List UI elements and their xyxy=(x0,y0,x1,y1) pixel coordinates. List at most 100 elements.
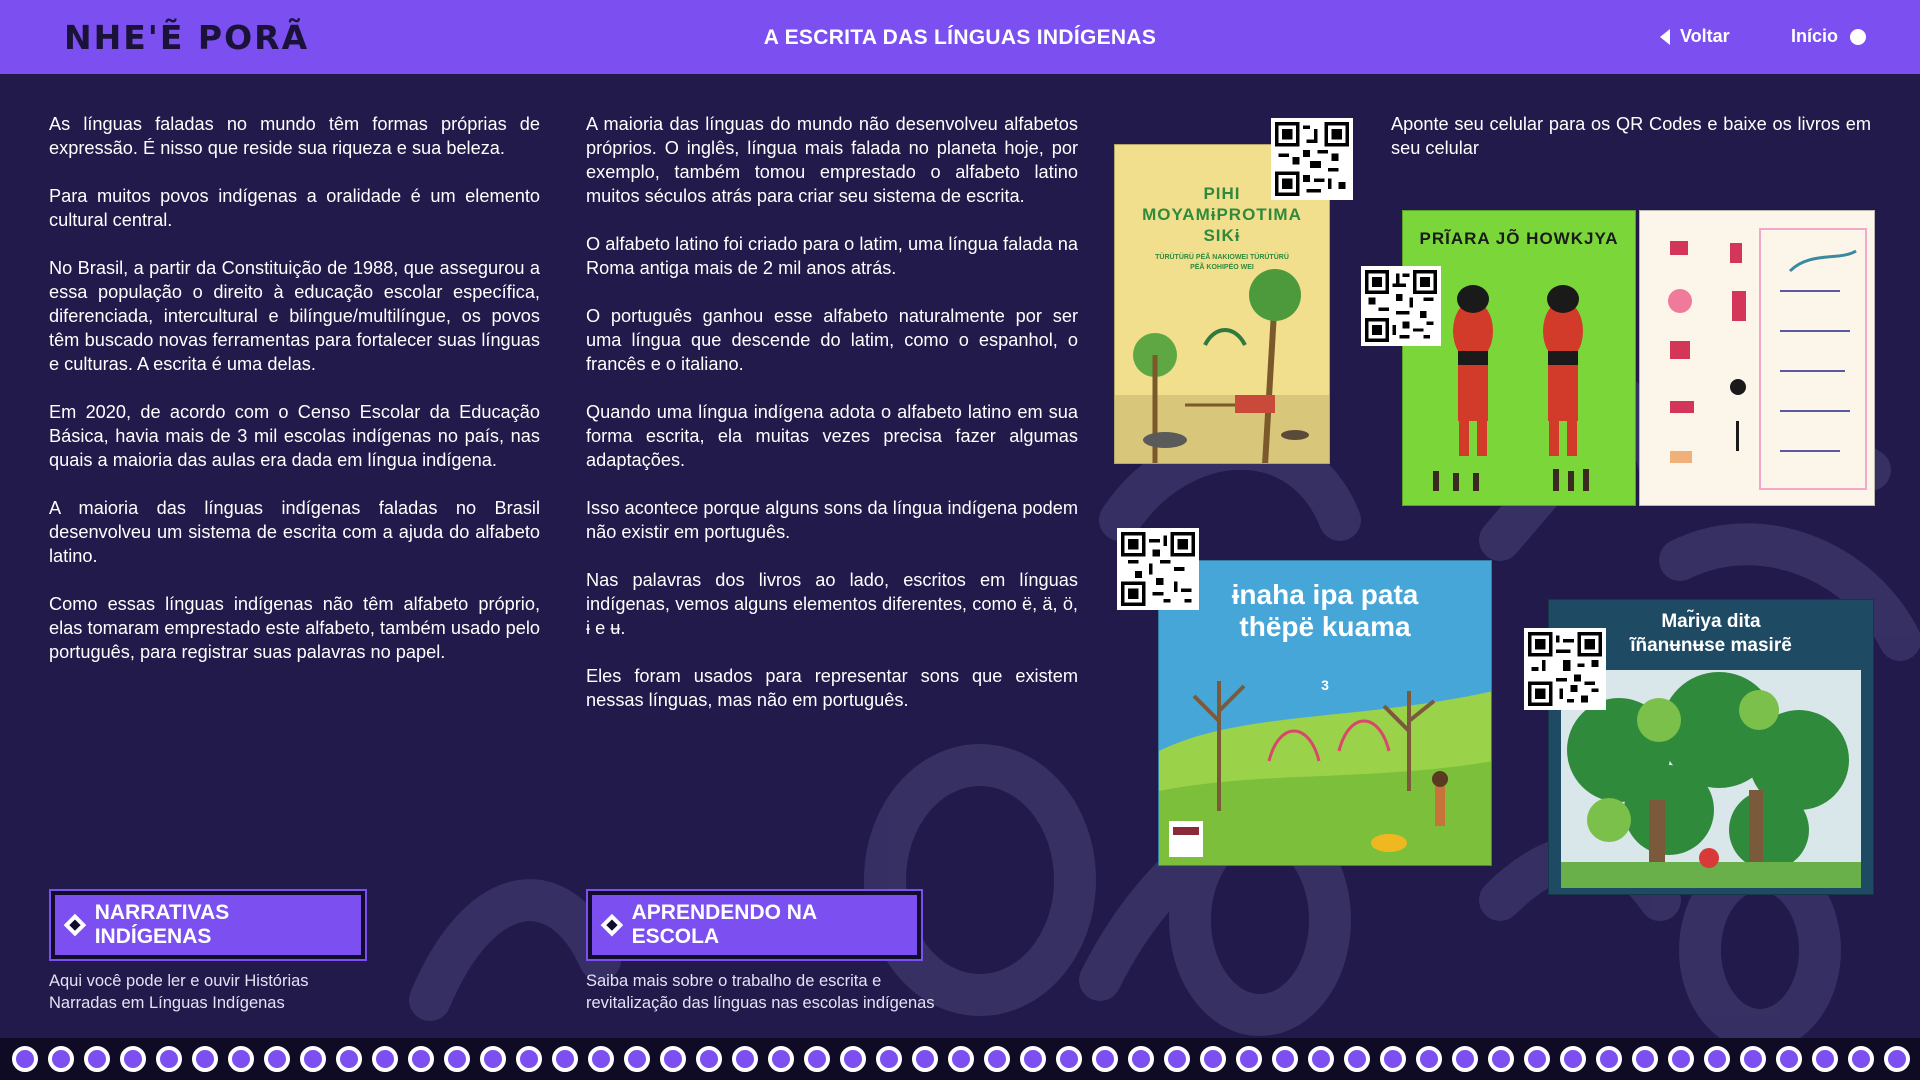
decorative-dot xyxy=(1272,1046,1298,1072)
decorative-dot xyxy=(156,1046,182,1072)
decorative-dot xyxy=(660,1046,686,1072)
paragraph: No Brasil, a partir da Constituição de 1… xyxy=(49,258,540,374)
qr-code-icon[interactable] xyxy=(1361,266,1441,346)
description-line: Saiba mais sobre o trabalho de escrita e xyxy=(586,972,882,990)
decorative-dot xyxy=(1524,1046,1550,1072)
paragraph: Em 2020, de acordo com o Censo Escolar d… xyxy=(49,402,540,470)
paragraph: Eles foram usados para representar sons … xyxy=(586,666,1078,710)
qr-code-icon[interactable] xyxy=(1117,528,1199,610)
button-label: NARRATIVAS INDÍGENAS xyxy=(94,901,230,948)
decorative-dot xyxy=(948,1046,974,1072)
description-line: Narradas em Línguas Indígenas xyxy=(49,994,285,1012)
decorative-dot xyxy=(1596,1046,1622,1072)
book-illustration xyxy=(1433,285,1589,491)
decorative-dot xyxy=(1236,1046,1262,1072)
decorative-dot xyxy=(1704,1046,1730,1072)
decorative-dot xyxy=(1776,1046,1802,1072)
decorative-dot xyxy=(984,1046,1010,1072)
decorative-dot xyxy=(1128,1046,1154,1072)
decorative-dot xyxy=(480,1046,506,1072)
decorative-dot xyxy=(444,1046,470,1072)
decorative-dot xyxy=(1668,1046,1694,1072)
decorative-dot xyxy=(1632,1046,1658,1072)
decorative-dot xyxy=(1452,1046,1478,1072)
back-arrow-icon xyxy=(1660,28,1670,45)
decorative-dot xyxy=(1488,1046,1514,1072)
back-button[interactable]: Voltar xyxy=(1660,26,1730,47)
back-label: Voltar xyxy=(1680,26,1730,46)
decorative-dot xyxy=(804,1046,830,1072)
paragraph: Como essas línguas indígenas não têm alf… xyxy=(49,594,540,662)
decorative-dot xyxy=(876,1046,902,1072)
decorative-dot xyxy=(336,1046,362,1072)
qr-caption: Aponte seu celular para os QR Codes e ba… xyxy=(1391,114,1871,158)
decorative-dot xyxy=(1308,1046,1334,1072)
decorative-dot xyxy=(732,1046,758,1072)
decorative-dot xyxy=(552,1046,578,1072)
decorative-dot xyxy=(12,1046,38,1072)
book-illustration xyxy=(1159,681,1491,865)
qr-code-icon[interactable] xyxy=(1524,628,1606,710)
book-page-priara[interactable] xyxy=(1639,210,1875,506)
decorative-dot xyxy=(120,1046,146,1072)
decorative-dot xyxy=(1200,1046,1226,1072)
decorative-dot xyxy=(1848,1046,1874,1072)
text-column-2: A maioria das línguas do mundo não desen… xyxy=(586,112,1078,736)
paragraph: O português ganhou esse alfabeto natural… xyxy=(586,306,1078,374)
decorative-dot xyxy=(1560,1046,1586,1072)
decorative-dot xyxy=(1092,1046,1118,1072)
paragraph: Nas palavras dos livros ao lado, escrito… xyxy=(586,570,1078,638)
decorative-dot xyxy=(1380,1046,1406,1072)
paragraph: Quando uma língua indígena adota o alfab… xyxy=(586,402,1078,470)
diamond-icon xyxy=(63,913,87,937)
decorative-dot xyxy=(264,1046,290,1072)
home-button[interactable]: Início xyxy=(1791,26,1867,47)
page: NHE'Ẽ PORÃ A ESCRITA DAS LÍNGUAS INDÍGEN… xyxy=(0,0,1920,1080)
paragraph: As línguas faladas no mundo têm formas p… xyxy=(49,114,540,158)
decorative-dot xyxy=(408,1046,434,1072)
home-label: Início xyxy=(1791,26,1839,46)
narrativas-description: Aqui você pode ler e ouvir Histórias Nar… xyxy=(49,970,389,1014)
decorative-dot xyxy=(228,1046,254,1072)
description-line: Aqui você pode ler e ouvir Histórias xyxy=(49,972,309,990)
decorative-dot xyxy=(84,1046,110,1072)
paragraph: Para muitos povos indígenas a oralidade … xyxy=(49,186,540,230)
paragraph: Isso acontece porque alguns sons da líng… xyxy=(586,498,1078,542)
paragraph: A maioria das línguas do mundo não desen… xyxy=(586,114,1078,206)
decorative-dot xyxy=(1164,1046,1190,1072)
decorative-dot xyxy=(1812,1046,1838,1072)
decorative-dot xyxy=(1416,1046,1442,1072)
home-dot-icon xyxy=(1850,28,1867,45)
aprendendo-na-escola-button[interactable]: APRENDENDO NA ESCOLA xyxy=(586,889,923,961)
paragraph: A maioria das línguas indígenas faladas … xyxy=(49,498,540,566)
decorative-dot xyxy=(912,1046,938,1072)
book-page-illustration xyxy=(1668,228,1867,490)
narrativas-indigenas-button[interactable]: NARRATIVAS INDÍGENAS xyxy=(49,889,367,961)
decorative-dot xyxy=(1884,1046,1910,1072)
decorative-dot xyxy=(696,1046,722,1072)
escola-description: Saiba mais sobre o trabalho de escrita e… xyxy=(586,970,1026,1014)
decorative-dot xyxy=(588,1046,614,1072)
top-bar: NHE'Ẽ PORÃ A ESCRITA DAS LÍNGUAS INDÍGEN… xyxy=(0,0,1920,74)
decorative-dot xyxy=(192,1046,218,1072)
decorative-dot xyxy=(516,1046,542,1072)
decorative-dot xyxy=(48,1046,74,1072)
book-cover-inaha[interactable]: ɨnaha ipa pata thëpë kuama 3 xyxy=(1158,560,1492,866)
decorative-dot xyxy=(1056,1046,1082,1072)
decorative-dot xyxy=(1020,1046,1046,1072)
paragraph: O alfabeto latino foi criado para o lati… xyxy=(586,234,1078,278)
diamond-icon xyxy=(600,913,623,937)
decorative-dot xyxy=(300,1046,326,1072)
button-label: APRENDENDO NA ESCOLA xyxy=(631,901,817,948)
description-line: revitalização das línguas nas escolas in… xyxy=(586,994,935,1012)
decorative-dot xyxy=(372,1046,398,1072)
decorative-dot xyxy=(624,1046,650,1072)
book-cover-priara[interactable]: PRĨARA JÕ HOWKJYA xyxy=(1402,210,1636,506)
decorative-dot xyxy=(840,1046,866,1072)
decorative-dot xyxy=(1344,1046,1370,1072)
decorative-dot xyxy=(768,1046,794,1072)
decorative-dot xyxy=(1740,1046,1766,1072)
qr-code-icon[interactable] xyxy=(1271,118,1353,200)
page-title: A ESCRITA DAS LÍNGUAS INDÍGENAS xyxy=(763,26,1157,49)
decorative-dot-strip xyxy=(0,1038,1920,1080)
